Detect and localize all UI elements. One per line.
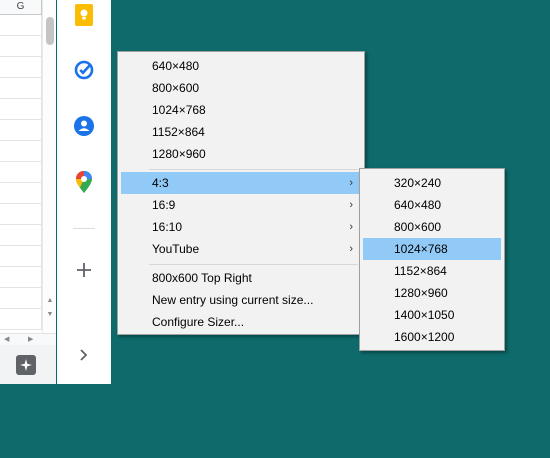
submenu-item-640x480[interactable]: 640×480 [363, 194, 501, 216]
table-row[interactable] [0, 15, 42, 36]
table-row[interactable] [0, 246, 42, 267]
keep-icon [75, 4, 93, 26]
table-row[interactable] [0, 36, 42, 57]
aspect-4-3-submenu: 320×240 640×480 800×600 1024×768 1152×86… [359, 168, 505, 351]
menu-item-youtube[interactable]: YouTube › [121, 238, 361, 260]
table-row[interactable] [0, 162, 42, 183]
submenu-item-1280x960[interactable]: 1280×960 [363, 282, 501, 304]
submenu-item-1600x1200[interactable]: 1600×1200 [363, 326, 501, 348]
tasks-button[interactable] [73, 59, 95, 81]
table-row[interactable] [0, 204, 42, 225]
get-addons-button[interactable] [73, 259, 95, 281]
submenu-arrow-icon: › [349, 199, 353, 211]
sheet-bottom-bar [0, 345, 56, 384]
menu-item-1152x864[interactable]: 1152×864 [121, 121, 361, 143]
submenu-arrow-icon: › [349, 221, 353, 233]
table-row[interactable] [0, 57, 42, 78]
menu-separator [149, 169, 358, 170]
side-panel-divider [73, 228, 95, 229]
submenu-item-1024x768[interactable]: 1024×768 [363, 238, 501, 260]
maps-icon [76, 171, 92, 193]
menu-item-1024x768[interactable]: 1024×768 [121, 99, 361, 121]
scroll-down-icon[interactable]: ▼ [45, 310, 55, 320]
vertical-scrollbar[interactable]: ▲ ▼ [42, 0, 56, 333]
menu-separator [149, 264, 358, 265]
table-row[interactable] [0, 288, 42, 309]
menu-item-16-9[interactable]: 16:9 › [121, 194, 361, 216]
tasks-icon [74, 60, 94, 80]
chevron-right-icon [80, 349, 88, 361]
table-row[interactable] [0, 309, 42, 330]
table-row[interactable] [0, 267, 42, 288]
explore-button[interactable] [16, 355, 36, 375]
submenu-arrow-icon: › [349, 243, 353, 255]
menu-item-configure-sizer[interactable]: Configure Sizer... [121, 311, 361, 333]
expand-panel-button[interactable] [73, 344, 95, 366]
table-row[interactable] [0, 78, 42, 99]
menu-item-1280x960[interactable]: 1280×960 [121, 143, 361, 165]
submenu-item-800x600[interactable]: 800×600 [363, 216, 501, 238]
table-row[interactable] [0, 99, 42, 120]
menu-item-new-entry[interactable]: New entry using current size... [121, 289, 361, 311]
side-panel [57, 0, 111, 384]
spreadsheet-panel: G ▲ ▼ ◀ ▶ [0, 0, 56, 384]
scrollbar-thumb[interactable] [46, 17, 54, 45]
sparkle-icon [20, 359, 32, 371]
scroll-left-icon[interactable]: ◀ [4, 335, 9, 343]
cell-grid[interactable] [0, 15, 42, 333]
submenu-arrow-icon: › [349, 177, 353, 189]
menu-item-640x480[interactable]: 640×480 [121, 55, 361, 77]
submenu-item-1152x864[interactable]: 1152×864 [363, 260, 501, 282]
contacts-icon [74, 116, 94, 136]
menu-item-4-3[interactable]: 4:3 › [121, 172, 361, 194]
column-header-g[interactable]: G [0, 0, 42, 15]
contacts-button[interactable] [73, 115, 95, 137]
table-row[interactable] [0, 183, 42, 204]
menu-item-16-10[interactable]: 16:10 › [121, 216, 361, 238]
scroll-right-icon[interactable]: ▶ [28, 335, 33, 343]
table-row[interactable] [0, 141, 42, 162]
menu-item-800x600[interactable]: 800×600 [121, 77, 361, 99]
submenu-item-320x240[interactable]: 320×240 [363, 172, 501, 194]
scroll-up-icon[interactable]: ▲ [45, 296, 55, 306]
keep-button[interactable] [73, 4, 95, 26]
horizontal-scrollbar[interactable]: ◀ ▶ [0, 333, 56, 345]
menu-item-800x600-top-right[interactable]: 800x600 Top Right [121, 267, 361, 289]
table-row[interactable] [0, 120, 42, 141]
sizer-context-menu: 640×480 800×600 1024×768 1152×864 1280×9… [117, 51, 365, 335]
add-icon [77, 263, 91, 277]
table-row[interactable] [0, 225, 42, 246]
submenu-item-1400x1050[interactable]: 1400×1050 [363, 304, 501, 326]
maps-button[interactable] [73, 171, 95, 193]
